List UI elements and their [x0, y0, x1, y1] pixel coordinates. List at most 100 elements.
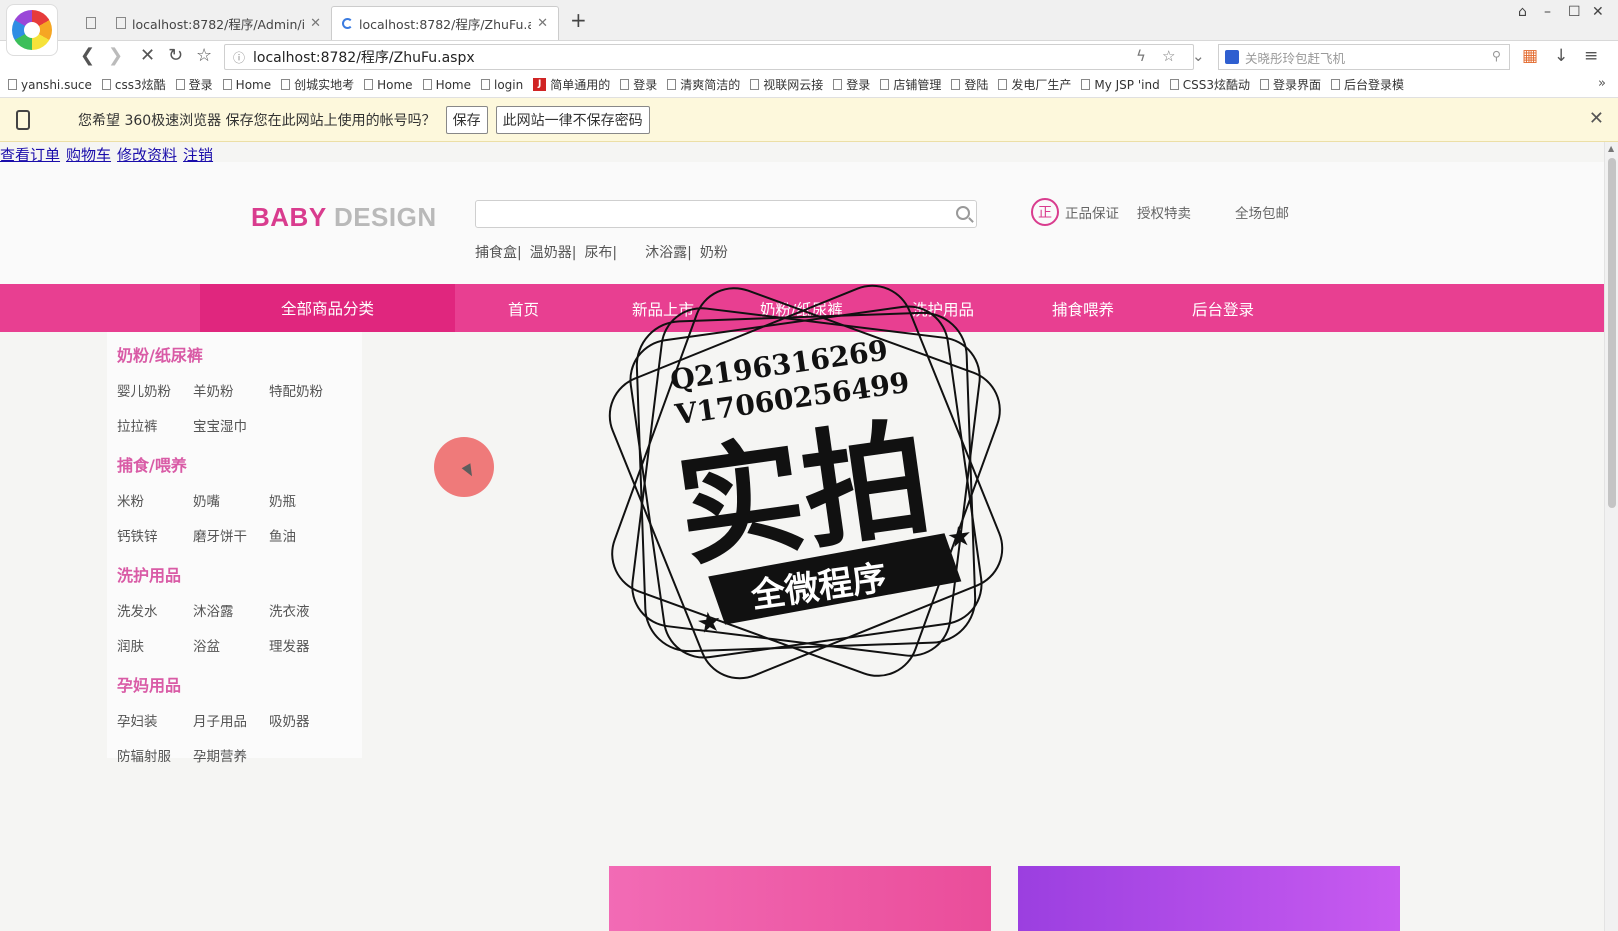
link-logout[interactable]: 注销 — [183, 146, 213, 164]
category-title[interactable]: 奶粉/纸尿裤 — [117, 342, 203, 366]
link-edit-profile[interactable]: 修改资料 — [117, 146, 177, 164]
category-item[interactable]: 米粉 — [117, 490, 144, 510]
category-title[interactable]: 捕食/喂养 — [117, 452, 187, 476]
address-bar[interactable]: ⓘ localhost:8782/程序/ZhuFu.aspx — [224, 44, 1194, 70]
category-item[interactable]: 奶嘴 — [193, 490, 220, 510]
more-bookmarks-icon[interactable]: » — [1598, 76, 1606, 91]
bookmark-item[interactable]: 视联网云接 — [750, 76, 823, 93]
bookmark-item[interactable]: J 简单通用的 — [533, 76, 610, 93]
hot-keyword[interactable]: 沐浴露| — [645, 245, 692, 261]
hot-keyword[interactable]: 捕食盒| — [475, 245, 522, 261]
search-icon[interactable] — [956, 206, 970, 220]
category-item[interactable]: 婴儿奶粉 — [117, 380, 171, 400]
reload-icon[interactable]: ↻ — [168, 45, 183, 66]
site-search-input[interactable] — [475, 200, 977, 228]
tab-blank[interactable] — [76, 6, 106, 40]
close-icon[interactable]: ✕ — [1589, 108, 1604, 129]
skin-icon[interactable]: ⌂ — [1518, 4, 1527, 20]
new-tab-icon[interactable]: + — [570, 8, 587, 32]
site-logo[interactable]: BABY DESIGN — [251, 202, 437, 233]
bookmark-item[interactable]: 后台登录模 — [1330, 76, 1404, 93]
category-item[interactable]: 洗衣液 — [269, 600, 310, 620]
bookmark-item[interactable]: 登录界面 — [1259, 76, 1321, 93]
bookmark-label: 清爽简洁的 — [680, 78, 741, 92]
category-item[interactable]: 沐浴露 — [193, 600, 234, 620]
bookmark-item[interactable]: 登录 — [833, 76, 870, 93]
search-icon[interactable]: ⚲ — [1492, 48, 1501, 63]
bookmark-item[interactable]: My JSP 'ind — [1081, 78, 1160, 92]
bookmark-item[interactable]: 登陆 — [951, 76, 988, 93]
category-title[interactable]: 洗护用品 — [117, 562, 181, 586]
minimize-icon[interactable]: – — [1544, 4, 1551, 20]
category-item[interactable]: 浴盆 — [193, 635, 220, 655]
browser-logo-icon[interactable] — [6, 4, 58, 56]
bookmark-item[interactable]: 清爽简洁的 — [667, 76, 740, 93]
stop-icon[interactable]: ✕ — [140, 45, 155, 66]
site-info-icon[interactable]: ⓘ — [233, 49, 245, 66]
bookmark-item[interactable]: login — [481, 78, 523, 92]
category-item[interactable]: 奶瓶 — [269, 490, 296, 510]
category-item[interactable]: 磨牙饼干 — [193, 525, 247, 545]
category-item[interactable]: 月子用品 — [193, 710, 247, 730]
menu-icon[interactable]: ≡ — [1584, 46, 1598, 66]
close-window-icon[interactable]: ✕ — [1592, 4, 1604, 20]
bookmark-item[interactable]: Home — [364, 78, 413, 92]
hot-keyword[interactable]: 尿布| — [584, 245, 617, 261]
hot-keyword[interactable]: 奶粉 — [700, 245, 728, 261]
category-item[interactable]: 防辐射服 — [117, 745, 171, 765]
category-item[interactable]: 拉拉裤 — [117, 415, 158, 435]
bookmark-label: 登录 — [846, 78, 871, 92]
save-password-button[interactable]: 保存 — [445, 105, 488, 134]
flash-icon[interactable]: ϟ — [1136, 47, 1146, 65]
category-item[interactable]: 吸奶器 — [269, 710, 310, 730]
category-item[interactable]: 宝宝湿巾 — [193, 415, 247, 435]
bookmark-item[interactable]: css3炫酷 — [101, 76, 166, 93]
apps-icon[interactable]: ▦ — [1522, 46, 1538, 66]
maximize-icon[interactable]: ☐ — [1568, 4, 1581, 20]
bookmark-item[interactable]: Home — [222, 78, 271, 92]
chevron-down-icon[interactable]: ⌄ — [1192, 47, 1205, 65]
bookmark-item[interactable]: 登录 — [620, 76, 657, 93]
scroll-up-icon[interactable]: ▲ — [1608, 144, 1614, 153]
bookmark-star-icon[interactable]: ☆ — [196, 45, 212, 66]
browser-search-input[interactable]: 关晓彤玲包赶飞机 ⚲ — [1218, 44, 1510, 70]
category-item[interactable]: 鱼油 — [269, 525, 296, 545]
never-save-button[interactable]: 此网站一律不保存密码 — [495, 105, 650, 134]
category-title[interactable]: 孕妈用品 — [117, 672, 181, 696]
category-item[interactable]: 理发器 — [269, 635, 310, 655]
tab-zhufu[interactable]: localhost:8782/程序/ZhuFu.as ✕ — [331, 6, 559, 40]
nav-admin-login[interactable]: 后台登录 — [1192, 298, 1254, 320]
bookmark-item[interactable]: 店铺管理 — [880, 76, 941, 93]
bookmark-item[interactable]: CSS3炫酷动 — [1169, 76, 1250, 93]
scrollbar-thumb[interactable] — [1608, 158, 1616, 508]
promo-banner-2[interactable] — [1018, 866, 1400, 931]
category-item[interactable]: 孕妇装 — [117, 710, 158, 730]
category-item[interactable]: 洗发水 — [117, 600, 158, 620]
tab-admin[interactable]: localhost:8782/程序/Admin/in ✕ — [106, 6, 331, 40]
page-icon — [1081, 79, 1091, 90]
hot-keyword[interactable]: 温奶器| — [530, 245, 577, 261]
category-item[interactable]: 羊奶粉 — [193, 380, 234, 400]
bookmark-item[interactable]: yanshi.suce — [8, 78, 92, 92]
promo-banner-1[interactable] — [609, 866, 991, 931]
bookmark-item[interactable]: 创城实地考 — [281, 76, 354, 93]
close-tab-icon[interactable]: ✕ — [537, 16, 548, 31]
favorite-icon[interactable]: ☆ — [1162, 47, 1175, 65]
nav-home[interactable]: 首页 — [508, 298, 539, 320]
bookmark-item[interactable]: 登录 — [175, 76, 213, 93]
forward-icon[interactable]: ❯ — [108, 45, 123, 66]
close-tab-icon[interactable]: ✕ — [310, 16, 321, 31]
category-item[interactable]: 钙铁锌 — [117, 525, 158, 545]
download-icon[interactable]: ↓ — [1554, 46, 1568, 66]
nav-all-categories[interactable]: 全部商品分类 — [200, 284, 455, 332]
page-scrollbar[interactable]: ▲ — [1604, 142, 1618, 931]
link-view-orders[interactable]: 查看订单 — [0, 146, 60, 164]
category-item[interactable]: 特配奶粉 — [269, 380, 323, 400]
link-cart[interactable]: 购物车 — [66, 146, 111, 164]
bookmark-item[interactable]: Home — [422, 78, 471, 92]
category-item[interactable]: 润肤 — [117, 635, 144, 655]
bookmark-item[interactable]: 发电厂生产 — [998, 76, 1071, 93]
nav-feeding[interactable]: 捕食喂养 — [1052, 298, 1114, 320]
back-icon[interactable]: ❮ — [80, 45, 95, 66]
category-item[interactable]: 孕期营养 — [193, 745, 247, 765]
